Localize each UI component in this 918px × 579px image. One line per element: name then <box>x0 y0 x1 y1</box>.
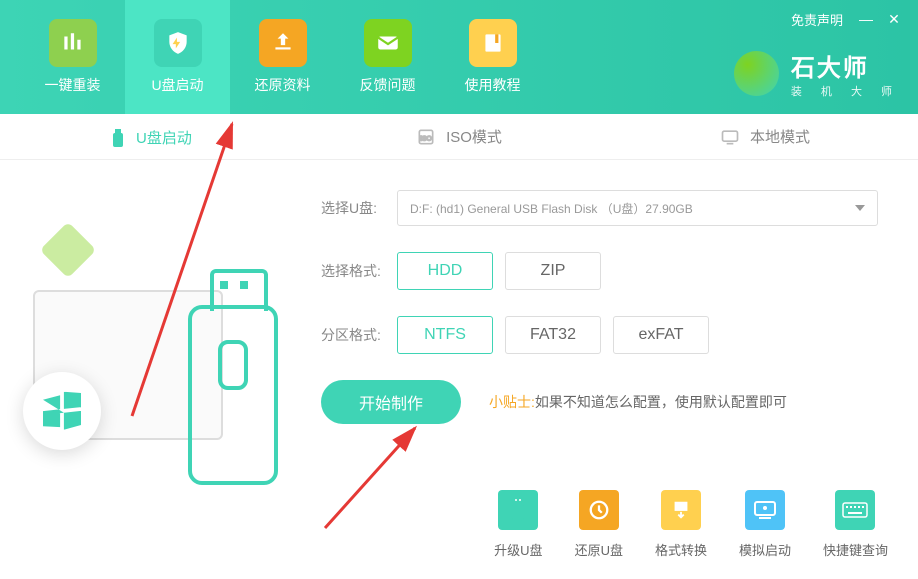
partition-fat32[interactable]: FAT32 <box>505 316 601 354</box>
nav-label: 反馈问题 <box>360 75 416 95</box>
nav-usb-boot[interactable]: U盘启动 <box>125 0 230 114</box>
minimize-button[interactable]: — <box>858 11 874 28</box>
brand-name: 石大师 <box>791 48 900 83</box>
tool-restore-usb[interactable]: 还原U盘 <box>575 490 623 559</box>
tab-iso[interactable]: ISO ISO模式 <box>306 114 612 159</box>
simulate-icon <box>745 490 785 530</box>
bars-icon <box>49 19 97 67</box>
keyboard-icon <box>835 490 875 530</box>
iso-icon: ISO <box>416 127 436 147</box>
nav-label: 还原资料 <box>255 75 311 95</box>
tip-text: 如果不知道怎么配置，使用默认配置即可 <box>535 394 787 410</box>
book-icon <box>469 19 517 67</box>
partition-label: 分区格式: <box>321 325 385 345</box>
disclaimer-link[interactable]: 免责声明 <box>791 10 843 29</box>
convert-icon <box>661 490 701 530</box>
tip-label: 小贴士: <box>489 394 535 410</box>
format-zip[interactable]: ZIP <box>505 252 601 290</box>
usb-select[interactable]: D:F: (hd1) General USB Flash Disk （U盘）27… <box>397 190 878 226</box>
restore-icon <box>579 490 619 530</box>
select-usb-label: 选择U盘: <box>321 198 385 218</box>
tab-label: ISO模式 <box>446 126 502 147</box>
tool-label: 模拟启动 <box>739 540 791 559</box>
nav-reinstall[interactable]: 一键重装 <box>20 0 125 114</box>
tab-label: U盘启动 <box>136 127 192 148</box>
svg-text:ISO: ISO <box>420 135 431 142</box>
tool-label: 快捷键查询 <box>823 540 888 559</box>
start-make-button[interactable]: 开始制作 <box>321 380 461 424</box>
tool-hotkey-lookup[interactable]: 快捷键查询 <box>823 490 888 559</box>
brand: 石大师 装 机 大 师 <box>734 48 900 99</box>
nav-label: U盘启动 <box>151 75 203 95</box>
upgrade-icon <box>498 490 538 530</box>
partition-exfat[interactable]: exFAT <box>613 316 709 354</box>
nav-restore[interactable]: 还原资料 <box>230 0 335 114</box>
tab-label: 本地模式 <box>750 126 810 147</box>
tool-label: 还原U盘 <box>575 540 623 559</box>
brand-sub: 装 机 大 师 <box>791 83 900 99</box>
nav-tutorial[interactable]: 使用教程 <box>440 0 545 114</box>
upload-icon <box>259 19 307 67</box>
nav-label: 一键重装 <box>45 75 101 95</box>
brand-logo-icon <box>734 51 779 96</box>
partition-ntfs[interactable]: NTFS <box>397 316 493 354</box>
usb-icon <box>108 128 128 148</box>
tab-local[interactable]: 本地模式 <box>612 114 918 159</box>
monitor-icon <box>720 127 740 147</box>
tool-simulate-boot[interactable]: 模拟启动 <box>739 490 791 559</box>
close-button[interactable]: ✕ <box>886 11 902 28</box>
nav-label: 使用教程 <box>465 75 521 95</box>
nav-feedback[interactable]: 反馈问题 <box>335 0 440 114</box>
format-hdd[interactable]: HDD <box>397 252 493 290</box>
shield-icon <box>154 19 202 67</box>
usb-illustration <box>28 230 278 510</box>
tool-upgrade-usb[interactable]: 升级U盘 <box>494 490 542 559</box>
mail-icon <box>364 19 412 67</box>
tool-label: 升级U盘 <box>494 540 542 559</box>
tab-usb-boot[interactable]: U盘启动 <box>108 127 192 148</box>
format-label: 选择格式: <box>321 261 385 281</box>
chevron-down-icon <box>855 205 865 211</box>
usb-select-value: D:F: (hd1) General USB Flash Disk （U盘）27… <box>410 200 693 217</box>
tool-label: 格式转换 <box>655 540 707 559</box>
tip: 小贴士:如果不知道怎么配置，使用默认配置即可 <box>489 392 787 412</box>
tool-format-convert[interactable]: 格式转换 <box>655 490 707 559</box>
